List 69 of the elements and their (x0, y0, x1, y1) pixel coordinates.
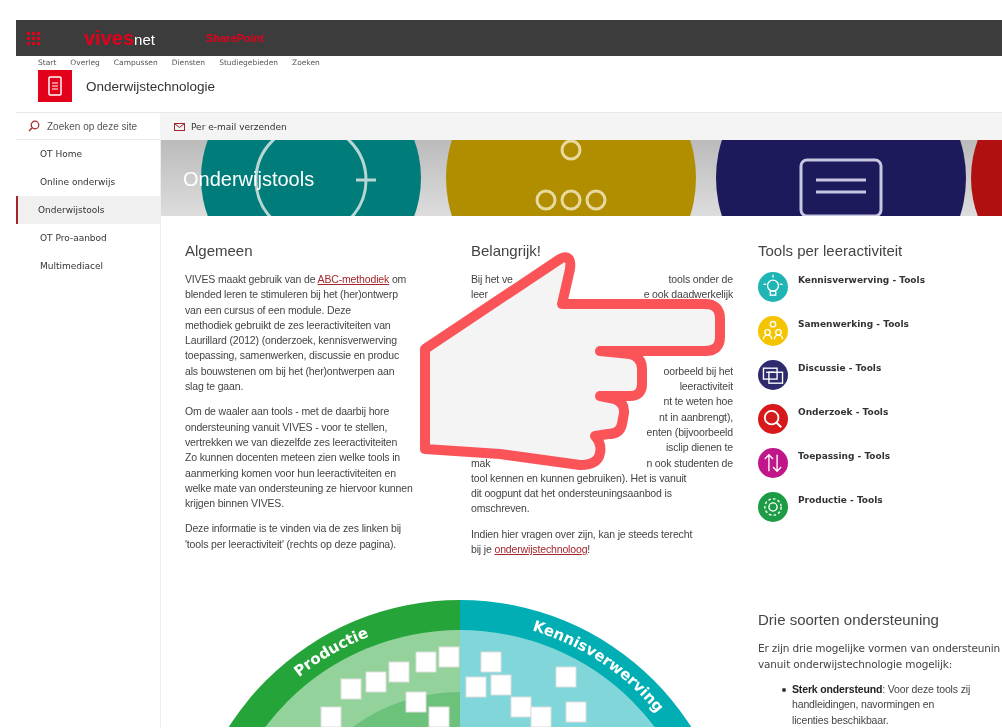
paragraph-text: als bouwstenen om bij het (her)ontwerpen aan (185, 363, 396, 379)
paragraph-text: Laurillard (2012) (onderzoek, kennisverwerving (185, 333, 398, 349)
section-heading: Tools per leeractiviteit (758, 242, 904, 260)
activity-link[interactable]: Productie - Tools (798, 492, 883, 505)
activity-link[interactable]: Kennisverwerving - Tools (798, 272, 925, 285)
envelope-icon (174, 122, 185, 131)
sidebar-item[interactable]: OT Pro-aanbod (16, 224, 160, 252)
list-item-text: handleidingen, navormingen en (792, 697, 936, 713)
paragraph-text: n ook studenten de (646, 455, 733, 471)
paragraph-text: leeractiviteit (679, 379, 733, 395)
paragraph-text: Deze informatie is te vinden via de zes linken bij (185, 521, 403, 537)
arrows-icon[interactable] (758, 448, 788, 478)
paragraph-text: vanuit onderwijstechnologie mogelijk: (758, 656, 954, 672)
paragraph-text: isclip dienen te (665, 440, 733, 456)
abc-methodiek-link[interactable]: ABC-methodiek (317, 273, 390, 285)
section-heading: Drie soorten ondersteuning (758, 611, 940, 630)
paragraph-text: mak (471, 455, 491, 471)
paragraph-text: 'tools per leeractiviteit' (rechts op deze pagina). (185, 536, 398, 552)
paragraph-text: bij je onderwijstechnoloog! (471, 542, 592, 558)
paragraph-text: krijgen binnen VIVES. (185, 496, 285, 512)
search-field[interactable]: Zoeken op deze site (46, 119, 160, 133)
app-launcher-icon[interactable] (27, 31, 40, 45)
list-item-text: licenties beschikbaar. (792, 712, 890, 728)
paragraph-text: blended leren te stimuleren bij het (her)ontwerp (185, 287, 399, 303)
sidebar-item[interactable]: Multimediacel (16, 252, 160, 280)
magnifier-icon[interactable] (758, 404, 788, 434)
activity-link[interactable]: Discussie - Tools (798, 360, 882, 373)
paragraph-text: methodiek gebruikt de zes leeractiviteiten van (185, 317, 392, 333)
paragraph-text: Bij het ve (471, 272, 513, 287)
paragraph-text: Indien hier vragen over zijn, kan je steeds terecht (471, 526, 694, 542)
lightbulb-icon[interactable] (758, 272, 788, 302)
activity-link[interactable]: Toepassing - Tools (798, 448, 891, 461)
chat-icon[interactable] (758, 360, 788, 390)
email-button[interactable]: Per e-mail verzenden (172, 119, 289, 134)
paragraph-text: VIVES maakt gebruik van de ABC-methodiek om (185, 272, 408, 287)
paragraph-text: slag te gaan. (185, 379, 245, 395)
paragraph-text: leer (471, 287, 488, 303)
paragraph-text: nt te weten hoe (663, 394, 733, 410)
paragraph-text: dit oogpunt dat het ondersteuningsaanbod is (471, 486, 672, 502)
activity-link[interactable]: Onderzoek - Tools (798, 404, 889, 417)
paragraph-text: welke mate van ondersteuning ze hiervoor kunnen (185, 480, 414, 496)
activity-link[interactable]: Samenwerking - Tools (798, 316, 909, 329)
vivesnet-logo[interactable]: vivesnet (84, 26, 155, 50)
site-title[interactable]: Onderwijstechnologie (86, 78, 216, 94)
paragraph-text: tool kennen en kunnen gebruiken). Het is vanuit (471, 470, 687, 486)
section-heading: Belangrijk! (471, 242, 543, 260)
paragraph-text: toepassing, samenwerken, discussie en produc (185, 348, 401, 364)
paragraph-text: omschreven. (471, 501, 530, 517)
paragraph-text: Er zijn drie mogelijke vormen van ondersteunin (758, 641, 1001, 657)
paragraph-text: aanmerking komen voor hun leeractiviteiten en (185, 465, 397, 481)
paragraph-text: oorbeeld bij het (663, 363, 733, 379)
paragraph-text: ondersteuning vanuit VIVES - voor te stellen, (185, 419, 389, 435)
gear-icon[interactable] (758, 492, 788, 522)
list-item-text: Sterk ondersteund: Voor deze tools zij (792, 681, 971, 697)
paragraph-text: vertrekken we van diezelfde zes leeractiviteiten (185, 434, 399, 450)
paragraph-text: tools onder de (668, 272, 733, 287)
sidebar-item[interactable]: OT Home (16, 140, 160, 168)
paragraph-text: e ook daadwerkelijk (643, 287, 733, 303)
paragraph-text: nt in aanbrengt), (659, 409, 733, 425)
paragraph-text: Zo kunnen docenten meteen zien welke tools in (185, 450, 402, 466)
search-icon[interactable] (28, 120, 40, 132)
bullet-icon (782, 687, 786, 692)
paragraph-text: enten (bijvoorbeeld (646, 424, 733, 440)
paragraph-text: van een cursus of een module. Deze (185, 302, 352, 318)
paragraph-text: Om de waaler aan tools - met de daarbij hore (185, 404, 391, 420)
sidebar-item[interactable]: Online onderwijs (16, 168, 160, 196)
site-logo[interactable] (38, 70, 72, 102)
section-heading: Algemeen (185, 242, 254, 260)
sidebar-item[interactable]: Onderwijstools (16, 196, 160, 224)
